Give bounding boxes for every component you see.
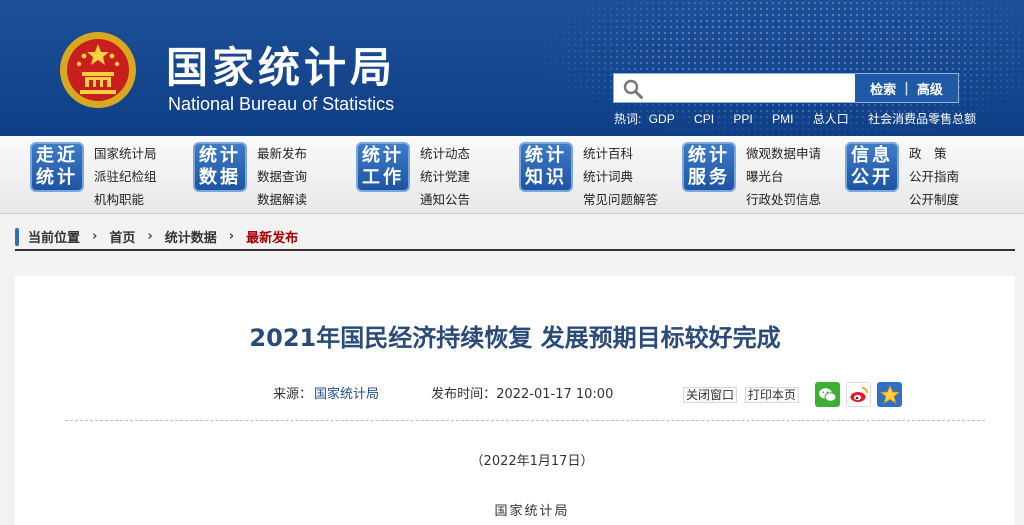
article-panel: 2021年国民经济持续恢复 发展预期目标较好完成 来源： 国家统计局 发布时间：2…	[15, 276, 1015, 525]
search-input[interactable]	[650, 77, 850, 99]
nav-badge-knowledge[interactable]: 统计 知识	[519, 142, 573, 192]
article-paragraph-date: （2022年1月17日）	[470, 454, 594, 469]
nav-link[interactable]: 统计百科	[583, 142, 658, 165]
site-title-cn[interactable]: 国家统计局	[166, 34, 396, 95]
hotword-link[interactable]: PMI	[772, 112, 793, 126]
hotword-link[interactable]: CPI	[694, 112, 714, 126]
breadcrumb-item-home[interactable]: 首页	[109, 227, 135, 246]
nav-badge-line: 走近	[36, 145, 78, 166]
date-value: 2022-01-17 10:00	[496, 387, 614, 402]
nav-badge-line: 信息	[851, 145, 893, 166]
chevron-right-icon: ›	[228, 229, 235, 244]
national-emblem-icon[interactable]	[58, 30, 138, 110]
nav-group-knowledge: 统计 知识 统计百科 统计词典 常见问题解答	[519, 142, 658, 211]
weibo-icon[interactable]	[846, 382, 871, 407]
nav-badge-line: 工作	[362, 167, 404, 188]
nav-badge-line: 统计	[362, 145, 404, 166]
nav-badge-line: 统计	[199, 145, 241, 166]
nav-links-knowledge: 统计百科 统计词典 常见问题解答	[583, 142, 658, 211]
wechat-icon[interactable]	[815, 382, 840, 407]
nav-badge-service[interactable]: 统计 服务	[682, 142, 736, 192]
date-label: 发布时间：	[431, 387, 497, 402]
nav-badge-work[interactable]: 统计 工作	[356, 142, 410, 192]
nav-badge-line: 数据	[199, 167, 241, 188]
nav-links-work: 统计动态 统计党建 通知公告	[420, 142, 470, 211]
search-buttons: 检索 | 高级	[855, 74, 958, 102]
breadcrumb: 当前位置 › 首页 › 统计数据 › 最新发布	[15, 224, 1015, 251]
nav-badge-data[interactable]: 统计 数据	[193, 142, 247, 192]
close-window-button[interactable]: 关闭窗口	[683, 387, 738, 403]
nav-link[interactable]: 数据查询	[257, 165, 307, 188]
nav-link[interactable]: 统计党建	[420, 165, 470, 188]
article-title: 2021年国民经济持续恢复 发展预期目标较好完成	[249, 324, 781, 352]
nav-link[interactable]: 最新发布	[257, 142, 307, 165]
site-title-en[interactable]: National Bureau of Statistics	[168, 94, 394, 115]
advanced-search-button[interactable]: 高级	[909, 79, 951, 98]
nav-badge-line: 服务	[688, 167, 730, 188]
article-actions: 关闭窗口 打印本页	[683, 386, 803, 403]
main-nav: 走近 统计 国家统计局 派驻纪检组 机构职能 统计 数据 最新发布 数据查询 数…	[0, 136, 1024, 214]
nav-link[interactable]: 曝光台	[746, 165, 821, 188]
source-label: 来源：	[273, 387, 313, 402]
hotword-link[interactable]: 总人口	[813, 112, 849, 126]
nav-badge-disclosure[interactable]: 信息 公开	[845, 142, 899, 192]
search-bar: 检索 | 高级	[613, 73, 959, 103]
nav-links-about: 国家统计局 派驻纪检组 机构职能	[94, 142, 157, 211]
nav-link[interactable]: 行政处罚信息	[746, 188, 821, 211]
nav-badge-line: 统计	[688, 145, 730, 166]
breadcrumb-item-data[interactable]: 统计数据	[165, 227, 217, 246]
nav-link[interactable]: 公开指南	[909, 165, 959, 188]
nav-group-service: 统计 服务 微观数据申请 曝光台 行政处罚信息	[682, 142, 821, 211]
source-value: 国家统计局	[314, 387, 380, 402]
hotword-link[interactable]: 社会消费品零售总额	[868, 112, 976, 126]
nav-link[interactable]: 国家统计局	[94, 142, 157, 165]
search-button[interactable]: 检索	[862, 79, 904, 98]
nav-link[interactable]: 派驻纪检组	[94, 165, 157, 188]
nav-link[interactable]: 机构职能	[94, 188, 157, 211]
nav-link[interactable]: 微观数据申请	[746, 142, 821, 165]
hotwords-label: 热词:	[614, 112, 642, 126]
nav-group-about: 走近 统计 国家统计局 派驻纪检组 机构职能	[30, 142, 157, 211]
nav-link[interactable]: 常见问题解答	[583, 188, 658, 211]
nav-link[interactable]: 统计动态	[420, 142, 470, 165]
nav-group-disclosure: 信息 公开 政 策 公开指南 公开制度	[845, 142, 959, 211]
nav-badge-line: 知识	[525, 167, 567, 188]
hotword-link[interactable]: GDP	[649, 112, 675, 126]
hotword-link[interactable]: PPI	[733, 112, 752, 126]
star-icon[interactable]	[877, 382, 902, 407]
breadcrumb-item-current[interactable]: 最新发布	[246, 227, 298, 246]
nav-badge-line: 公开	[851, 167, 893, 188]
nav-badge-line: 统计	[525, 145, 567, 166]
nav-group-work: 统计 工作 统计动态 统计党建 通知公告	[356, 142, 470, 211]
nav-links-data: 最新发布 数据查询 数据解读	[257, 142, 307, 211]
search-icon	[623, 79, 643, 99]
search-separator: |	[904, 80, 909, 96]
nav-links-service: 微观数据申请 曝光台 行政处罚信息	[746, 142, 821, 211]
breadcrumb-marker	[15, 227, 19, 246]
nav-link[interactable]: 政 策	[909, 142, 959, 165]
nav-link[interactable]: 公开制度	[909, 188, 959, 211]
nav-links-disclosure: 政 策 公开指南 公开制度	[909, 142, 959, 211]
hotwords: 热词: GDP CPI PPI PMI 总人口 社会消费品零售总额	[614, 110, 992, 127]
nav-badge-line: 统计	[36, 167, 78, 188]
chevron-right-icon: ›	[147, 229, 153, 244]
chevron-right-icon: ›	[92, 229, 98, 244]
site-header: 国家统计局 National Bureau of Statistics 检索 |…	[0, 0, 1024, 136]
nav-link[interactable]: 数据解读	[257, 188, 307, 211]
nav-link[interactable]: 通知公告	[420, 188, 470, 211]
share-buttons	[815, 382, 902, 407]
nav-link[interactable]: 统计词典	[583, 165, 658, 188]
print-button[interactable]: 打印本页	[744, 387, 799, 403]
nav-badge-about[interactable]: 走近 统计	[30, 142, 84, 192]
nav-group-data: 统计 数据 最新发布 数据查询 数据解读	[193, 142, 307, 211]
article-meta: 来源： 国家统计局 发布时间：2022-01-17 10:00	[273, 383, 613, 402]
meta-divider	[65, 420, 985, 421]
article-paragraph-org: 国家统计局	[494, 504, 570, 519]
breadcrumb-label: 当前位置	[28, 231, 81, 246]
